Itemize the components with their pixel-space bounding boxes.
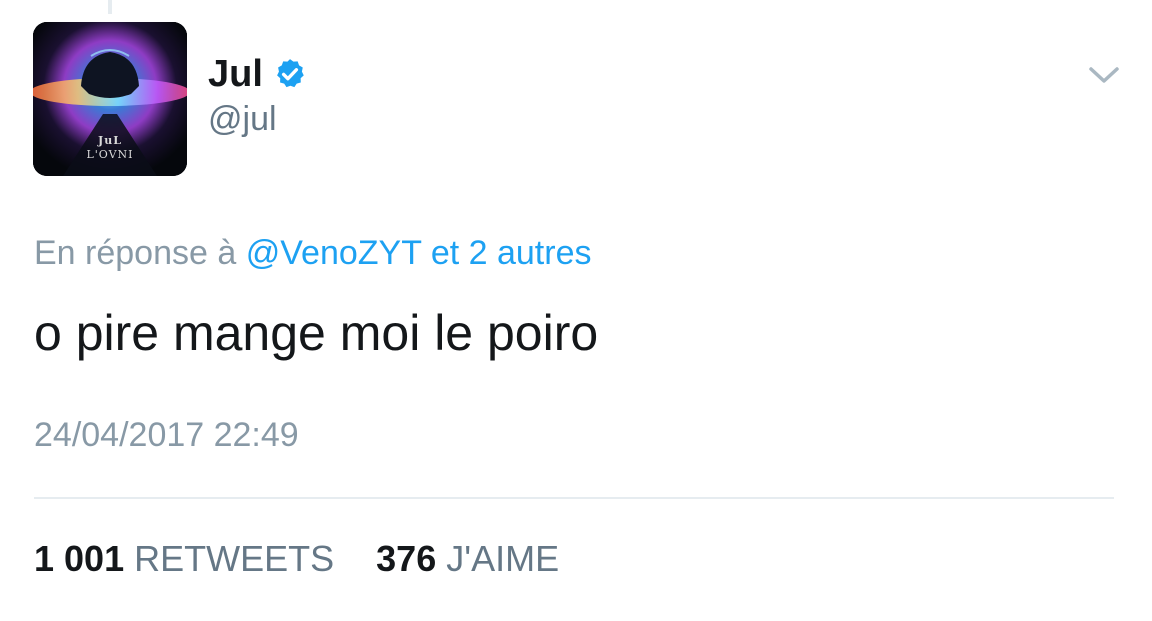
author-display-name[interactable]: Jul <box>208 53 263 96</box>
retweets-count: 1 001 <box>34 538 125 579</box>
avatar-album-text: L'OVNI <box>86 148 134 161</box>
thread-connector-line <box>108 0 112 14</box>
tweet-text: o pire mange moi le poiro <box>34 305 599 361</box>
avatar-artist-text: JuL <box>98 134 122 147</box>
retweets-label: RETWEETS <box>134 538 335 579</box>
chevron-down-icon[interactable] <box>1088 62 1120 88</box>
reply-mention-link[interactable]: @VenoZYT <box>246 234 422 272</box>
tweet-timestamp[interactable]: 24/04/2017 22:49 <box>34 416 299 455</box>
verified-badge-icon <box>277 59 304 88</box>
likes-label: J'AIME <box>446 538 560 579</box>
likes-count: 376 <box>376 538 437 579</box>
avatar[interactable]: JuL L'OVNI <box>33 22 187 176</box>
author-name-row: Jul <box>208 50 307 98</box>
reply-prefix: En réponse à <box>34 234 237 272</box>
reply-others-link[interactable]: et 2 autres <box>431 234 592 272</box>
divider <box>34 497 1114 499</box>
retweets-stat[interactable]: 1 001 RETWEETS <box>34 538 344 579</box>
tweet-stats: 1 001 RETWEETS 376 J'AIME <box>34 538 559 580</box>
author-handle[interactable]: @jul <box>208 100 277 139</box>
reply-context: En réponse à @VenoZYT et 2 autres <box>34 234 591 273</box>
likes-stat[interactable]: 376 J'AIME <box>376 538 559 579</box>
